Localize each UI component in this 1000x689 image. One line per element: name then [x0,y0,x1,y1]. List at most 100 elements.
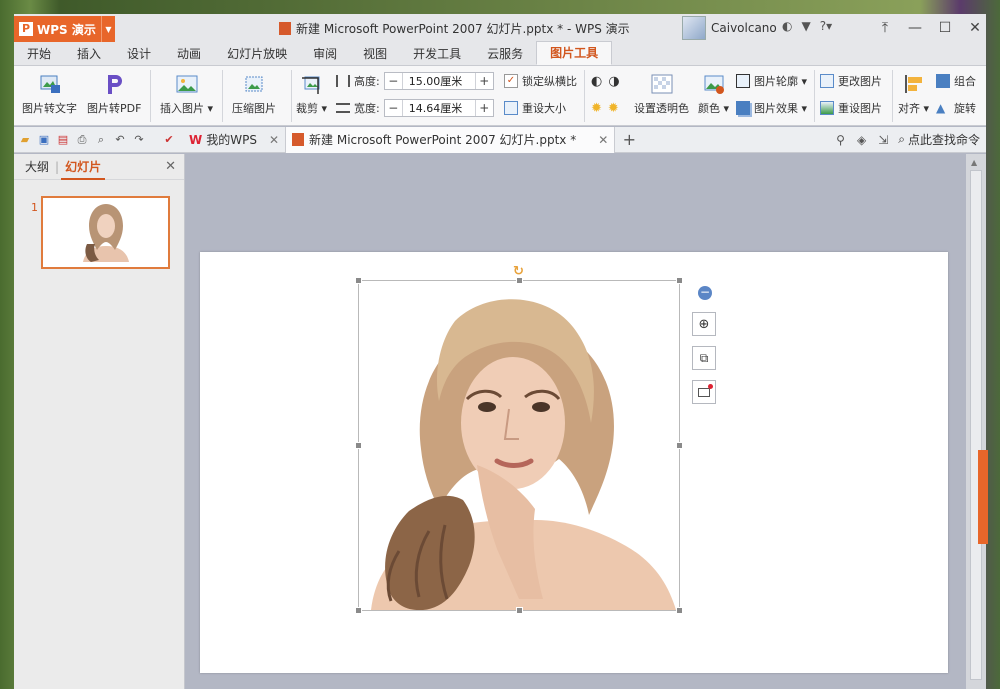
brightness-buttons[interactable]: ✹ ✹ [591,98,619,118]
close-icon[interactable]: ✕ [269,133,279,147]
user-account[interactable]: Caivolcano [682,15,777,41]
side-panel-tab[interactable] [978,450,988,544]
picture-frame-button[interactable] [692,380,716,404]
divider [150,70,151,122]
crop-picture-button[interactable]: ⧉ [692,346,716,370]
divider [291,70,292,122]
group-button[interactable]: 组合 [936,71,976,91]
insert-picture-button[interactable]: 插入图片 ▾ [160,72,213,116]
command-search[interactable]: ⚲ ◈ ⇲ ⌕ 点此查找命令 [836,131,980,148]
app-menu-button[interactable]: P WPS 演示 ▼ [14,16,115,42]
set-transparent-button[interactable]: 设置透明色 [634,72,689,116]
zoom-picture-button[interactable]: ⊕ [692,312,716,336]
undo-icon[interactable]: ↶ [112,132,128,148]
tab-cloud[interactable]: 云服务 [474,43,536,65]
tab-my-wps[interactable]: W 我的WPS ✕ [183,127,285,153]
tab-review[interactable]: 审阅 [300,43,350,65]
collapse-ribbon-icon[interactable]: ⇲ [878,133,888,147]
tab-design[interactable]: 设计 [114,43,164,65]
new-tab-icon[interactable]: + [621,130,637,149]
print-icon[interactable]: ⎙ [74,132,90,148]
resize-handle[interactable] [355,607,362,614]
reset-picture-icon [820,101,834,115]
pptx-file-icon [279,22,291,35]
divider [584,70,585,122]
tab-outline[interactable]: 大纲 [21,158,53,175]
scrollbar-thumb[interactable] [970,170,982,680]
pic-to-pdf-button[interactable]: 图片转PDF [87,72,141,116]
slide-canvas[interactable]: ↻ − ⊕ ⧉ [186,154,966,689]
picture-effect-button[interactable]: 图片效果 ▾ [736,98,807,118]
crop-button[interactable]: 裁剪 ▾ [296,72,327,116]
shirt-icon[interactable]: ▼ [801,19,810,33]
align-button[interactable]: 对齐 ▾ [898,72,929,116]
width-stepper[interactable]: − 14.64厘米 + [383,99,494,117]
width-increase-button[interactable]: + [474,100,493,116]
slide-thumbnail[interactable] [41,196,170,269]
avatar[interactable] [682,16,706,40]
rotate-button[interactable]: ▲ 旋转 [936,98,976,118]
width-input[interactable]: 14.64厘米 [403,100,475,116]
panel-tabs: 大纲 | 幻灯片 ✕ [14,154,184,180]
skin-small-icon[interactable]: ◈ [857,133,866,147]
contrast-less-icon[interactable]: ◑ [608,74,619,89]
compress-picture-button[interactable]: 压缩图片 [232,72,276,116]
resize-handle[interactable] [355,277,362,284]
tab-home[interactable]: 开始 [14,43,64,65]
chevron-down-icon[interactable]: ▼ [101,16,115,42]
selected-picture[interactable]: ↻ [355,264,683,614]
reset-size-icon [504,101,518,115]
help-icon[interactable]: ?▾ [820,19,832,33]
contrast-buttons[interactable]: ◐ ◑ [591,71,620,91]
reset-size-button[interactable]: 重设大小 [504,98,566,118]
collapse-toolbar-icon[interactable]: − [698,286,712,300]
tab-developer[interactable]: 开发工具 [400,43,474,65]
height-decrease-button[interactable]: − [385,73,403,89]
brightness-down-icon[interactable]: ✹ [608,101,619,116]
height-stepper[interactable]: − 15.00厘米 + [383,72,494,90]
picture-icon [176,75,198,93]
save-icon[interactable]: ▣ [36,132,52,148]
resize-handle[interactable] [355,442,362,449]
resize-handle[interactable] [676,442,683,449]
vertical-scrollbar[interactable]: ▲ [966,154,986,689]
customize-icon[interactable]: ✔ [161,132,177,148]
minimize-button[interactable]: — [900,14,930,42]
tab-slides[interactable]: 幻灯片 [61,154,106,180]
tab-view[interactable]: 视图 [350,43,400,65]
reset-picture-button[interactable]: 重设图片 [820,98,882,118]
lock-ratio-checkbox[interactable]: ✓ 锁定纵横比 [504,71,577,91]
height-input[interactable]: 15.00厘米 [403,73,475,89]
tab-insert[interactable]: 插入 [64,43,114,65]
maximize-button[interactable]: ☐ [930,14,960,42]
tab-current-document-label: 新建 Microsoft PowerPoint 2007 幻灯片.pptx * [309,133,577,147]
redo-icon[interactable]: ↷ [131,132,147,148]
width-decrease-button[interactable]: − [385,100,403,116]
pin-icon[interactable]: ⚲ [836,133,845,147]
resize-handle[interactable] [676,277,683,284]
brightness-up-icon[interactable]: ✹ [591,101,602,116]
change-picture-button[interactable]: 更改图片 [820,71,882,91]
close-icon[interactable]: ✕ [165,159,176,174]
print-preview-icon[interactable]: ⌕ [93,132,109,148]
height-increase-button[interactable]: + [474,73,493,89]
tab-picture-tools[interactable]: 图片工具 [536,41,613,65]
restore-panel-icon[interactable]: ⤒ [870,14,900,42]
tab-slideshow[interactable]: 幻灯片放映 [214,43,300,65]
resize-handle[interactable] [516,277,523,284]
tab-animation[interactable]: 动画 [164,43,214,65]
slide[interactable]: ↻ − ⊕ ⧉ [200,252,948,673]
pic-to-text-button[interactable]: 图片转文字 [22,72,77,116]
scroll-up-icon[interactable]: ▲ [971,158,977,167]
resize-handle[interactable] [676,607,683,614]
color-button[interactable]: 颜色 ▾ [698,72,729,116]
picture-outline-button[interactable]: 图片轮廓 ▾ [736,71,807,91]
open-folder-icon[interactable]: ▰ [17,132,33,148]
resize-handle[interactable] [516,607,523,614]
export-pdf-icon[interactable]: ▤ [55,132,71,148]
close-button[interactable]: ✕ [960,14,986,42]
tab-current-document[interactable]: 新建 Microsoft PowerPoint 2007 幻灯片.pptx * … [285,126,616,153]
contrast-icon[interactable]: ◐ [591,74,602,89]
skin-icon[interactable]: ◐ [782,19,792,33]
close-icon[interactable]: ✕ [598,133,608,147]
